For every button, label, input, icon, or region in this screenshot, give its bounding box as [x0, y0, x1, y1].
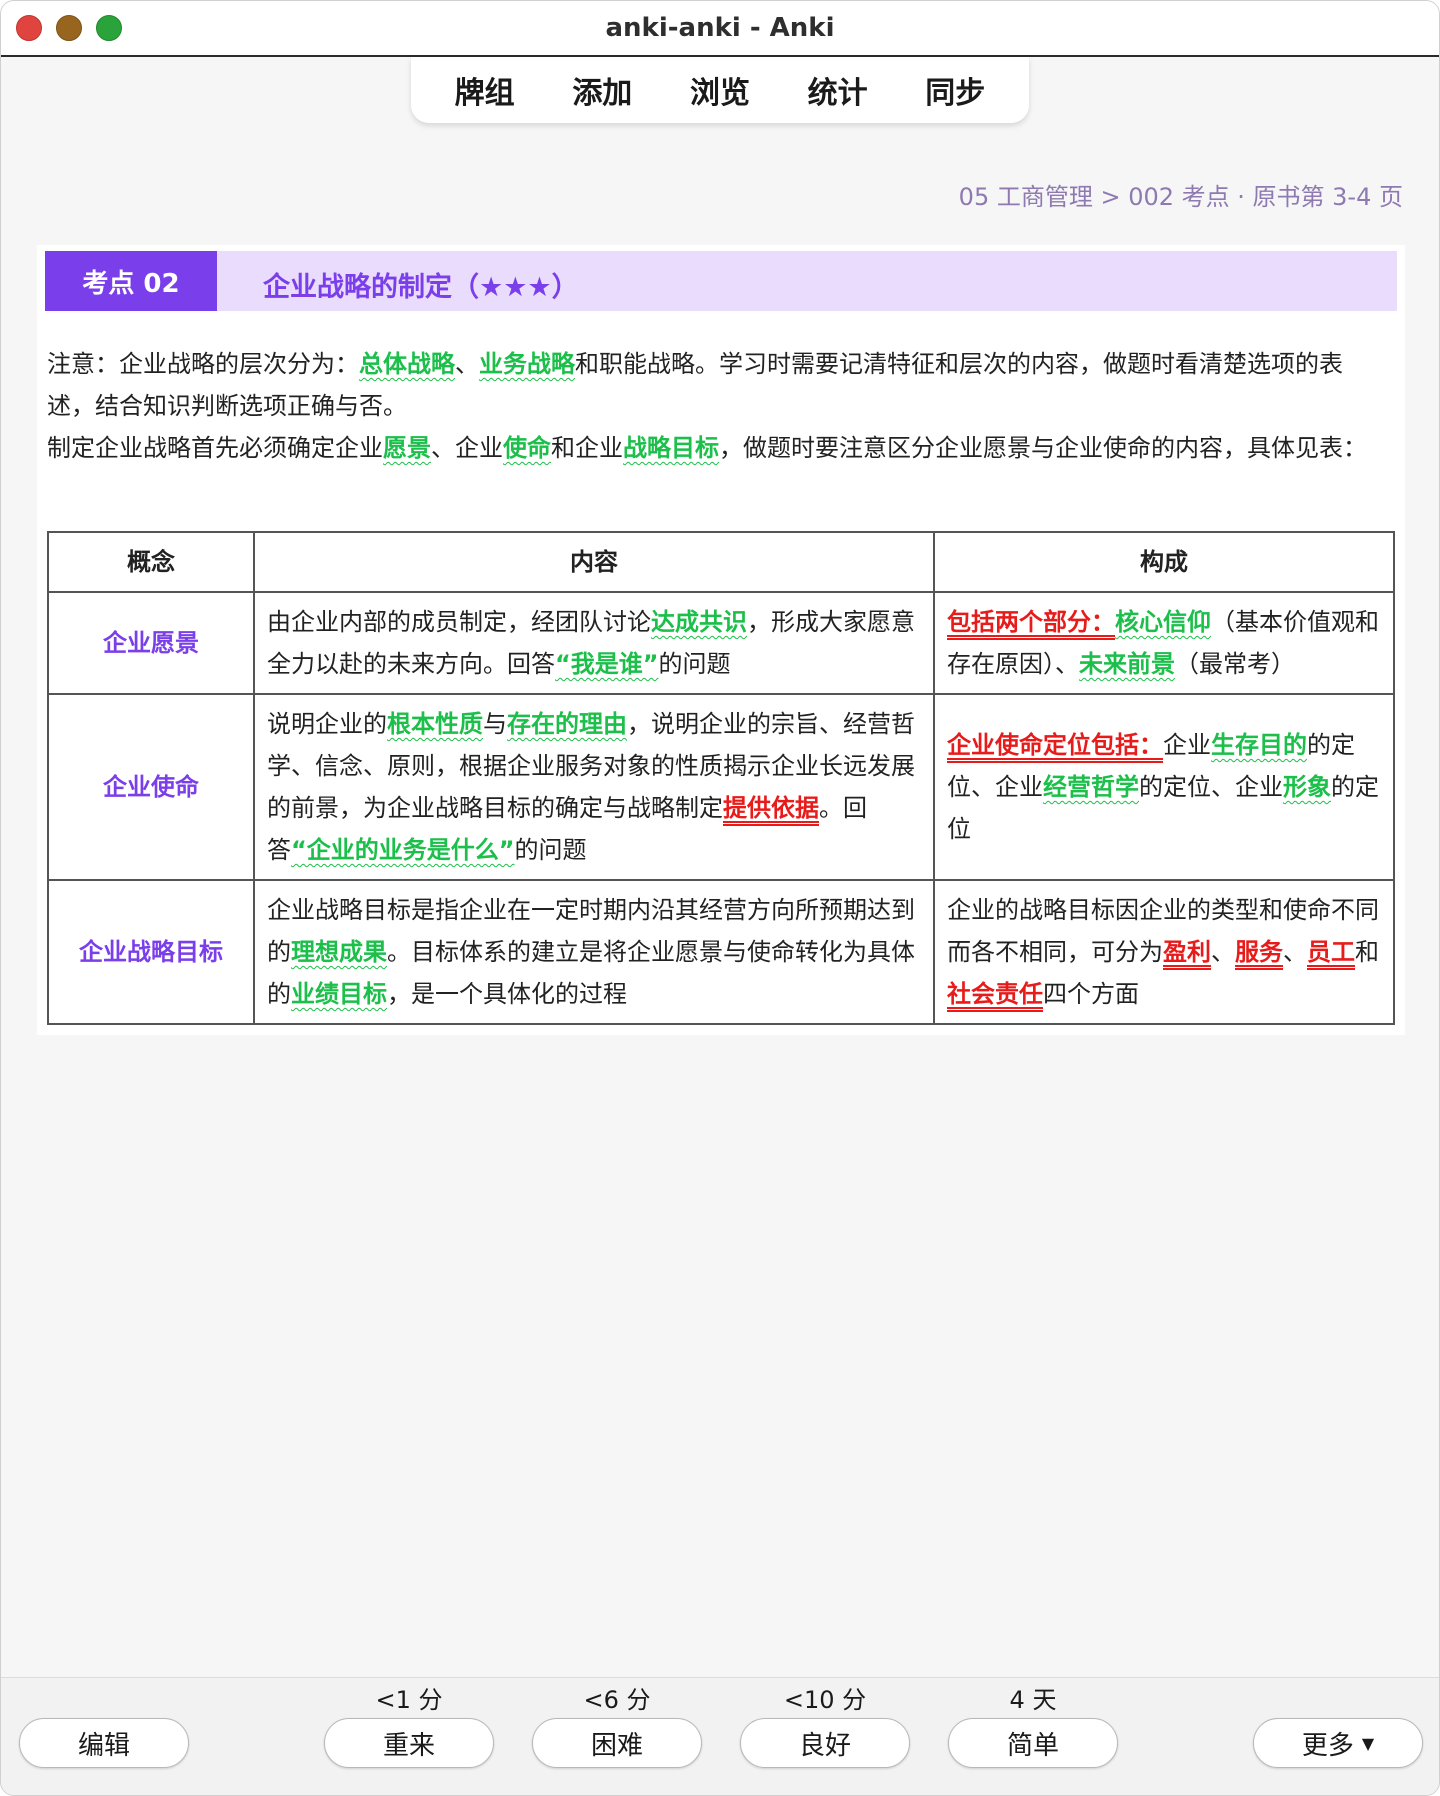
highlight: “我是谁” — [555, 650, 659, 678]
text: 与 — [483, 710, 507, 738]
row-content: 由企业内部的成员制定，经团队讨论达成共识，形成大家愿意全力以赴的未来方向。回答“… — [253, 591, 935, 695]
edit-button[interactable]: 编辑 — [19, 1718, 189, 1768]
header-content: 内容 — [253, 531, 935, 593]
key-highlight: 提供依据 — [723, 794, 819, 822]
highlight: 总体战略 — [359, 350, 455, 378]
key-highlight: 员工 — [1307, 938, 1355, 966]
good-interval: <10 分 — [783, 1686, 867, 1714]
highlight: 核心信仰 — [1115, 608, 1211, 636]
key-highlight: 包括两个部分： — [947, 608, 1115, 636]
highlight: 愿景 — [383, 434, 431, 462]
text: 和 — [1355, 938, 1379, 966]
again-interval: <1 分 — [375, 1686, 443, 1714]
row-term: 企业愿景 — [47, 591, 255, 695]
table-row: 企业愿景 由企业内部的成员制定，经团队讨论达成共识，形成大家愿意全力以赴的未来方… — [47, 591, 1395, 695]
text: 由企业内部的成员制定，经团队讨论 — [267, 608, 651, 636]
text: ，做题时要注意区分企业愿景与企业使命的内容，具体见表： — [719, 434, 1367, 462]
more-button[interactable]: 更多 ▼ — [1253, 1718, 1423, 1768]
section-heading: 考点 02 企业战略的制定（★★★） — [45, 251, 1397, 311]
again-button[interactable]: 重来 — [324, 1718, 494, 1768]
intro-text: 注意：企业战略的层次分为：总体战略、业务战略和职能战略。学习时需要记清特征和层次… — [47, 343, 1387, 469]
header-concept: 概念 — [47, 531, 255, 593]
intro-paragraph-1: 注意：企业战略的层次分为：总体战略、业务战略和职能战略。学习时需要记清特征和层次… — [47, 343, 1387, 427]
text: 说明企业的 — [267, 710, 387, 738]
window-title: anki-anki - Anki — [605, 13, 835, 43]
easy-button[interactable]: 简单 — [948, 1718, 1118, 1768]
text: 制定企业战略首先必须确定企业 — [47, 434, 383, 462]
text: 和企业 — [551, 434, 623, 462]
text: 注意：企业战略的层次分为： — [47, 350, 359, 378]
text: 四个方面 — [1043, 980, 1139, 1008]
concept-table: 概念 内容 构成 企业愿景 由企业内部的成员制定，经团队讨论达成共识，形成大家愿… — [47, 531, 1395, 1025]
text: （最常考） — [1175, 650, 1295, 678]
text: 、 — [455, 350, 479, 378]
toolbar-add[interactable]: 添加 — [558, 64, 646, 116]
highlight: “企业的业务是什么” — [291, 836, 515, 864]
row-composition: 企业的战略目标因企业的类型和使命不同而各不相同，可分为盈利、服务、员工和社会责任… — [933, 879, 1395, 1025]
highlight: 业务战略 — [479, 350, 575, 378]
toolbar-browse[interactable]: 浏览 — [676, 64, 764, 116]
key-highlight: 盈利 — [1163, 938, 1211, 966]
row-term: 企业战略目标 — [47, 879, 255, 1025]
highlight: 形象 — [1283, 773, 1331, 801]
main-toolbar: 牌组 添加 浏览 统计 同步 — [411, 57, 1029, 123]
header-composition: 构成 — [933, 531, 1395, 593]
section-badge: 考点 02 — [45, 251, 217, 311]
highlight: 达成共识 — [651, 608, 747, 636]
section-title: 企业战略的制定（★★★） — [263, 272, 579, 303]
key-highlight: 企业使命定位包括： — [947, 731, 1163, 759]
highlight: 理想成果 — [291, 938, 387, 966]
text: 企业 — [1163, 731, 1211, 759]
text: 的问题 — [658, 650, 731, 678]
card-content: 考点 02 企业战略的制定（★★★） 注意：企业战略的层次分为：总体战略、业务战… — [37, 245, 1405, 1035]
text: 、 — [1283, 938, 1307, 966]
highlight: 战略目标 — [623, 434, 719, 462]
highlight: 业绩目标 — [291, 980, 387, 1008]
row-content: 说明企业的根本性质与存在的理由，说明企业的宗旨、经营哲学、信念、原则，根据企业服… — [253, 693, 935, 881]
highlight: 使命 — [503, 434, 551, 462]
anki-window: anki-anki - Anki 牌组 添加 浏览 统计 同步 05 工商管理 … — [0, 0, 1440, 1796]
row-composition: 包括两个部分：核心信仰（基本价值观和存在原因）、未来前景（最常考） — [933, 591, 1395, 695]
breadcrumb: 05 工商管理 > 002 考点 · 原书第 3-4 页 — [958, 183, 1403, 211]
hard-interval: <6 分 — [583, 1686, 651, 1714]
review-bottom-bar: 编辑 <1 分 重来 <6 分 困难 <10 分 良好 4 天 简单 更多 ▼ — [1, 1677, 1439, 1795]
intro-paragraph-2: 制定企业战略首先必须确定企业愿景、企业使命和企业战略目标，做题时要注意区分企业愿… — [47, 427, 1387, 469]
text: ，是一个具体化的过程 — [387, 980, 627, 1008]
hard-button[interactable]: 困难 — [532, 1718, 702, 1768]
text: 的定位、企业 — [1139, 773, 1283, 801]
text: 、 — [1211, 938, 1235, 966]
toolbar-sync[interactable]: 同步 — [911, 64, 999, 116]
toolbar-stats[interactable]: 统计 — [794, 64, 882, 116]
toolbar-decks[interactable]: 牌组 — [441, 64, 529, 116]
key-highlight: 服务 — [1235, 938, 1283, 966]
table-row: 企业战略目标 企业战略目标是指企业在一定时期内沿其经营方向所预期达到的理想成果。… — [47, 879, 1395, 1025]
row-content: 企业战略目标是指企业在一定时期内沿其经营方向所预期达到的理想成果。目标体系的建立… — [253, 879, 935, 1025]
key-highlight: 社会责任 — [947, 980, 1043, 1008]
title-bar: anki-anki - Anki — [1, 1, 1439, 57]
good-button[interactable]: 良好 — [740, 1718, 910, 1768]
text: 、企业 — [431, 434, 503, 462]
row-term: 企业使命 — [47, 693, 255, 881]
caret-down-icon: ▼ — [1361, 1733, 1375, 1753]
text: 的问题 — [514, 836, 587, 864]
row-composition: 企业使命定位包括：企业生存目的的定位、企业经营哲学的定位、企业形象的定位 — [933, 693, 1395, 881]
table-row: 企业使命 说明企业的根本性质与存在的理由，说明企业的宗旨、经营哲学、信念、原则，… — [47, 693, 1395, 881]
highlight: 生存目的 — [1211, 731, 1307, 759]
highlight: 存在的理由 — [507, 710, 627, 738]
highlight: 未来前景 — [1079, 650, 1175, 678]
more-label: 更多 — [1301, 1730, 1354, 1761]
highlight: 根本性质 — [387, 710, 483, 738]
table-header-row: 概念 内容 构成 — [47, 531, 1395, 593]
easy-interval: 4 天 — [1009, 1686, 1057, 1714]
highlight: 经营哲学 — [1043, 773, 1139, 801]
